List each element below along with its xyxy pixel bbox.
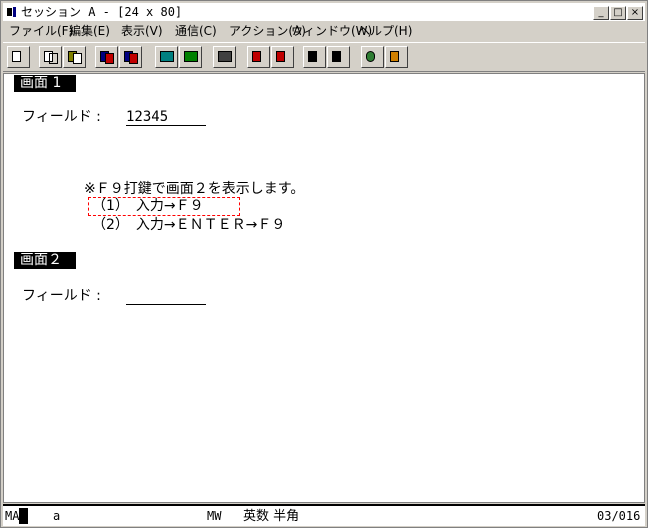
display-setup-icon[interactable] [155,46,178,68]
status-session: a [53,509,61,523]
keyboard-setup-icon[interactable] [179,46,202,68]
menu-communication[interactable]: 通信(C) [175,24,217,39]
print-screen-icon[interactable] [7,46,30,68]
toolbar [3,42,645,72]
transfer-icon[interactable] [361,46,384,68]
copy-icon[interactable] [39,46,62,68]
menu-bar: ファイル(F) 編集(E) 表示(V) 通信(C) アクション(A) ウィンドウ… [3,22,645,41]
receive-icon[interactable] [119,46,142,68]
status-bar: MA a MW 英数 半角 03/016 [3,504,645,526]
status-mode: MA [5,509,20,523]
status-cursor-position: 03/016 [597,509,641,523]
field-1-label: フィールド : [22,109,101,125]
menu-edit[interactable]: 編集(E) [69,24,110,39]
field-2-input[interactable] [126,288,206,305]
record-macro-icon[interactable] [247,46,270,68]
minimize-button[interactable]: _ [593,6,609,20]
terminal-screen[interactable]: 画面 1 フィールド : 12345 ※Ｆ９打鍵で画面２を表示します。 （1） … [3,73,645,503]
macro-icon[interactable] [213,46,236,68]
field-2-label: フィールド : [22,288,101,304]
menu-help[interactable]: ヘルプ(H) [358,24,412,39]
maximize-button[interactable]: □ [610,6,626,20]
status-mw: MW [207,509,222,523]
stop-macro-icon[interactable] [271,46,294,68]
close-button[interactable]: × [627,6,643,20]
instruction-note: ※Ｆ９打鍵で画面２を表示します。 [84,181,305,197]
send-icon[interactable] [95,46,118,68]
app-icon[interactable] [7,7,17,17]
title-bar[interactable]: セッション A - [24 x 80] _ □ × [3,3,645,21]
play-macro-icon[interactable] [303,46,326,68]
status-cursor [19,508,28,524]
menu-view[interactable]: 表示(V) [121,24,163,39]
step-1-text: （1） 入力→Ｆ９ [92,198,204,214]
status-input-mode: 英数 半角 [243,509,300,524]
field-1-input[interactable]: 12345 [126,109,206,126]
section-2-header: 画面２ [14,252,76,269]
terminal-window: セッション A - [24 x 80] _ □ × ファイル(F) 編集(E) … [0,0,648,528]
step-2-text: （2） 入力→ＥＮＴＥＲ→Ｆ９ [92,217,286,233]
help-icon[interactable] [385,46,408,68]
window-title: セッション A - [24 x 80] [21,5,183,19]
run-macro-icon[interactable] [327,46,350,68]
paste-icon[interactable] [63,46,86,68]
section-1-header: 画面 1 [14,75,76,92]
menu-file[interactable]: ファイル(F) [9,24,73,39]
